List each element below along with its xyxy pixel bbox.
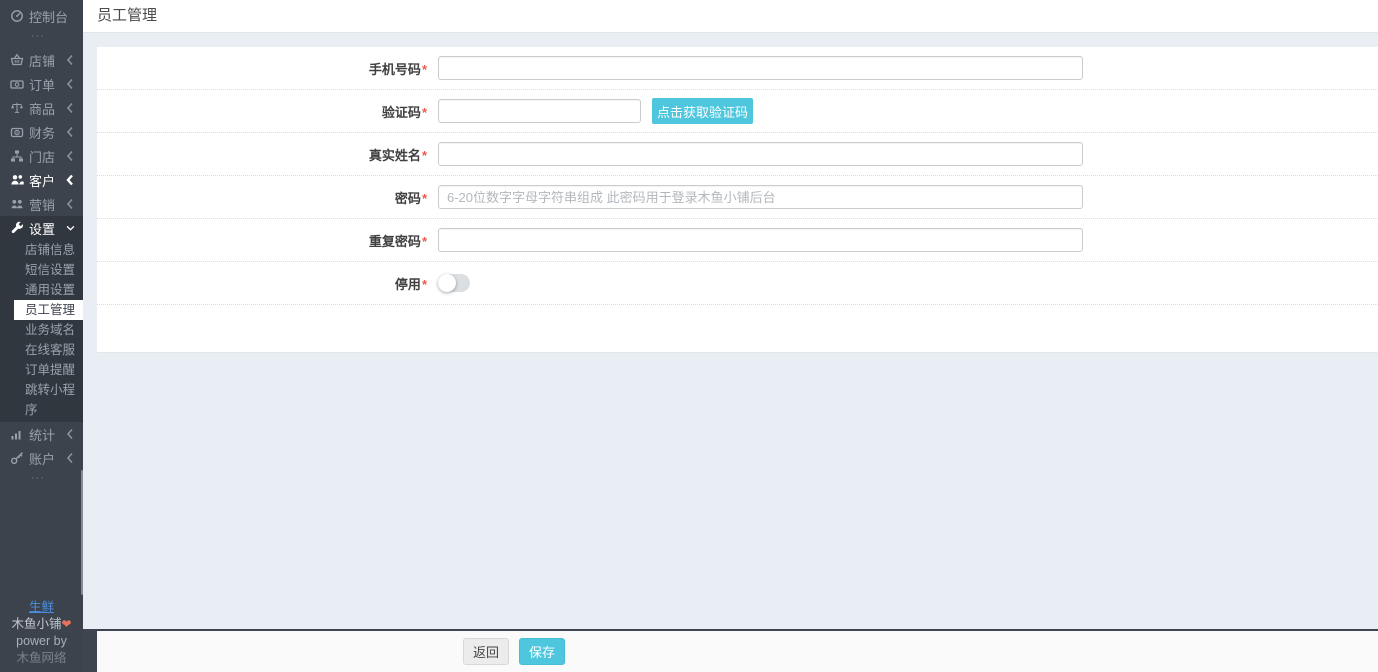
chevron-left-icon [66,428,75,440]
finance-icon [9,125,24,139]
card-filler [97,305,1378,352]
users-icon [9,173,24,187]
sidebar-item-label: 商品 [29,99,66,118]
form-row-repeat-password: 重复密码* [97,219,1378,262]
page-title: 员工管理 [83,0,1378,33]
sidebar-separator: ··· [0,28,83,48]
heart-icon: ❤ [61,617,71,631]
submenu-item-employee-management[interactable]: 员工管理 [14,300,83,320]
required-asterisk: * [422,191,427,206]
sidebar-footer: 生鲜 木鱼小铺❤ power by 木鱼网络 [0,599,83,667]
dashboard-icon [9,9,24,23]
sidebar-item-shop[interactable]: 店铺 [0,48,83,72]
verification-label: 验证码 [382,105,421,120]
marketing-icon [9,197,24,211]
sidebar-item-label: 设置 [29,219,66,238]
chevron-left-icon [66,126,75,138]
sidebar-settings-block: 设置 店铺信息 短信设置 通用设置 员工管理 业务域名 在线客服 订单提醒 跳转… [0,216,83,422]
power-by-text: power by [0,633,83,650]
submenu-item-sms-settings[interactable]: 短信设置 [14,260,83,280]
sidebar-item-label: 客户 [29,171,66,190]
submenu-item-business-domain[interactable]: 业务域名 [14,320,83,340]
password-input[interactable] [438,185,1083,209]
get-verification-code-button[interactable]: 点击获取验证码 [652,98,753,124]
sidebar-item-label: 财务 [29,123,66,142]
basket-icon [9,53,24,67]
sidebar-item-stores[interactable]: 门店 [0,144,83,168]
sidebar-item-label: 店铺 [29,51,66,70]
sidebar-item-finance[interactable]: 财务 [0,120,83,144]
footer-bar-wrap: 返回 保存 [0,629,1378,672]
chevron-left-icon [66,78,75,90]
realname-label: 真实姓名 [369,148,421,163]
password-label: 密码 [395,191,421,206]
sidebar-item-customers[interactable]: 客户 [0,168,83,192]
sidebar-item-orders[interactable]: 订单 [0,72,83,96]
submenu-item-online-service[interactable]: 在线客服 [14,340,83,360]
sidebar-item-account[interactable]: 账户 [0,446,83,470]
realname-input[interactable] [438,142,1083,166]
phone-input[interactable] [438,56,1083,80]
phone-label: 手机号码 [369,62,421,77]
footer-bar: 返回 保存 [97,631,1378,672]
sidebar-item-settings[interactable]: 设置 [0,216,83,240]
verification-code-input[interactable] [438,99,641,123]
disable-label: 停用 [395,277,421,292]
money-icon [9,77,24,91]
submenu-item-general-settings[interactable]: 通用设置 [14,280,83,300]
employee-form-card: 手机号码* 验证码* 点击获取验证码 真实姓名* 密码* 重复密码* 停用* [97,47,1378,353]
repeat-password-label: 重复密码 [369,234,421,249]
sidebar-scrollbar[interactable] [81,470,83,595]
form-row-phone: 手机号码* [97,47,1378,90]
sidebar-item-label: 账户 [29,449,66,468]
chevron-down-icon [66,224,75,232]
chart-icon [9,427,24,441]
toggle-knob [438,274,456,292]
required-asterisk: * [422,105,427,120]
company-name: 木鱼网络 [0,650,83,667]
sidebar-item-label: 控制台 [29,7,75,26]
chevron-left-icon [66,150,75,162]
scale-icon [9,101,24,115]
key-icon [9,451,24,465]
sidebar-item-label: 营销 [29,195,66,214]
chevron-left-icon [66,452,75,464]
wrench-icon [9,221,24,235]
submenu-item-shop-info[interactable]: 店铺信息 [14,240,83,260]
chevron-left-icon [66,198,75,210]
sitemap-icon [9,149,24,163]
required-asterisk: * [422,62,427,77]
sidebar-item-label: 订单 [29,75,66,94]
sidebar-item-statistics[interactable]: 统计 [0,422,83,446]
submenu-item-order-reminder[interactable]: 订单提醒 [14,360,83,380]
required-asterisk: * [422,277,427,292]
sidebar-menu: 控制台 ··· 店铺 订单 商品 [0,0,83,490]
form-row-disable: 停用* [97,262,1378,305]
form-row-verification: 验证码* 点击获取验证码 [97,90,1378,133]
brand-name: 木鱼小铺 [11,617,61,631]
sidebar-item-label: 统计 [29,425,66,444]
sidebar: 控制台 ··· 店铺 订单 商品 [0,0,83,672]
required-asterisk: * [422,234,427,249]
sidebar-item-label: 门店 [29,147,66,166]
chevron-left-icon [66,54,75,66]
sidebar-item-goods[interactable]: 商品 [0,96,83,120]
form-row-password: 密码* [97,176,1378,219]
repeat-password-input[interactable] [438,228,1083,252]
required-asterisk: * [422,148,427,163]
form-row-realname: 真实姓名* [97,133,1378,176]
submenu-item-jump-miniprogram[interactable]: 跳转小程序 [14,380,83,420]
save-button[interactable]: 保存 [519,638,565,665]
back-button[interactable]: 返回 [463,638,509,665]
chevron-left-icon [66,174,75,186]
settings-submenu: 店铺信息 短信设置 通用设置 员工管理 业务域名 在线客服 订单提醒 跳转小程序 [0,240,83,422]
main-content: 员工管理 手机号码* 验证码* 点击获取验证码 真实姓名* 密码* 重复密码* [83,0,1378,672]
sidebar-separator: ··· [0,470,83,490]
chevron-left-icon [66,102,75,114]
fresh-link[interactable]: 生鲜 [29,599,54,616]
sidebar-item-marketing[interactable]: 营销 [0,192,83,216]
disable-toggle[interactable] [438,274,470,292]
sidebar-item-console[interactable]: 控制台 [0,4,83,28]
